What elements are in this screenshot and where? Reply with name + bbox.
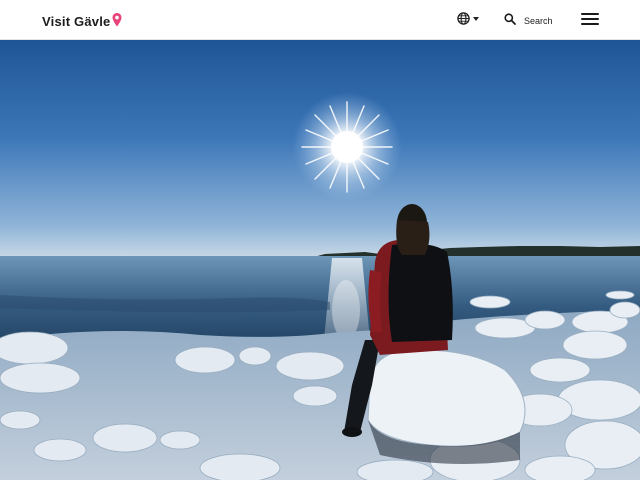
chevron-down-icon [473, 16, 479, 21]
search-label: Search [524, 16, 553, 26]
site-header: Visit Gävle Search [0, 0, 640, 40]
language-selector[interactable] [457, 12, 479, 25]
search-button[interactable]: Search [504, 12, 553, 30]
location-pin-icon [112, 13, 122, 27]
sun [292, 92, 402, 202]
hero-photo [0, 40, 640, 485]
hamburger-menu-icon[interactable] [581, 13, 599, 27]
search-icon [504, 12, 516, 30]
site-logo[interactable]: Visit Gävle [42, 12, 122, 30]
globe-icon [457, 12, 470, 25]
logo-text: Visit Gävle [42, 13, 111, 29]
